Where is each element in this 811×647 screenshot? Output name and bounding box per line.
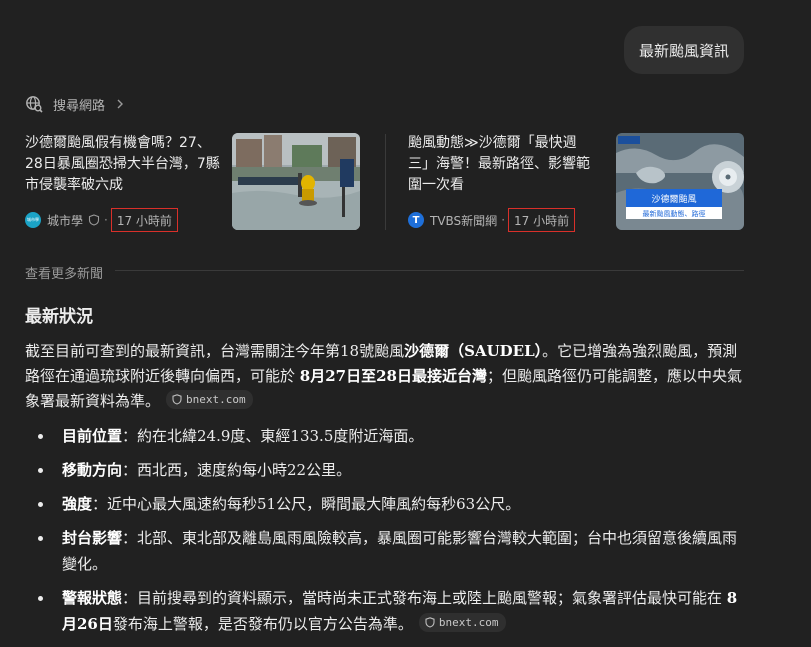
citation-chip[interactable]: bnext.com bbox=[418, 613, 506, 632]
search-web-toggle[interactable]: 搜尋網路 bbox=[25, 94, 125, 114]
citation-label: bnext.com bbox=[438, 615, 499, 629]
news-card-2[interactable]: 颱風動態≫沙德爾「最快週 三」海警！最新路徑、影響範 圍一次看 T TVBS新聞… bbox=[408, 133, 744, 233]
news-title[interactable]: 沙德爾颱風假有機會嗎？27、 28日暴風圈恐掃大半台灣，7縣 市侵襲率破六成 bbox=[25, 133, 220, 196]
citation-label: bnext.com bbox=[186, 393, 246, 406]
satellite-typhoon-image: 沙德爾颱風 最新颱風動態、路徑 bbox=[616, 133, 744, 230]
separator-dot: · bbox=[501, 213, 506, 227]
news-thumbnail[interactable] bbox=[232, 133, 360, 230]
news-title-line: 圍一次看 bbox=[408, 177, 464, 193]
news-meta: T TVBS新聞網 · 17 小時前 bbox=[408, 208, 576, 232]
news-title[interactable]: 颱風動態≫沙德爾「最快週 三」海警！最新路徑、影響範 圍一次看 bbox=[408, 133, 590, 196]
news-meta: 城市學 城市學 · 17 小時前 bbox=[25, 208, 178, 232]
news-title-line: 三」海警！最新路徑、影響範 bbox=[408, 156, 590, 172]
news-card-1[interactable]: 沙德爾颱風假有機會嗎？27、 28日暴風圈恐掃大半台灣，7縣 市侵襲率破六成 城… bbox=[25, 133, 375, 233]
news-thumbnail[interactable]: 沙德爾颱風 最新颱風動態、路徑 bbox=[616, 133, 744, 230]
shield-icon bbox=[172, 394, 182, 405]
list-item: 移動方向：西北西，速度約每小時22公里。 bbox=[25, 457, 747, 483]
news-time: 17 小時前 bbox=[508, 208, 576, 232]
user-message-bubble: 最新颱風資訊 bbox=[624, 26, 744, 74]
source-logo-icon: 城市學 bbox=[25, 212, 41, 228]
thumb-caption-subtitle: 最新颱風動態、路徑 bbox=[643, 209, 706, 218]
news-card-divider bbox=[385, 134, 386, 230]
typhoon-name: 沙德爾（SAUDEL） bbox=[404, 342, 543, 360]
news-title-line: 28日暴風圈恐掃大半台灣，7縣 bbox=[25, 156, 220, 172]
news-title-line: 沙德爾颱風假有機會嗎？27、 bbox=[25, 135, 211, 151]
user-message-text: 最新颱風資訊 bbox=[638, 41, 729, 60]
fact-text: ：北部、東北部及離島風雨風險較高，暴風圈可能影響台灣較大範圍；台中也須留意後續風… bbox=[62, 529, 738, 573]
list-item: 目前位置：約在北緯24.9度、東經133.5度附近海面。 bbox=[25, 423, 747, 449]
list-item: 警報狀態：目前搜尋到的資料顯示，當時尚未正式發布海上或陸上颱風警報；氣象署評估最… bbox=[25, 585, 747, 637]
news-source: 城市學 bbox=[47, 213, 84, 228]
list-item: 強度：近中心最大風速約每秒51公尺，瞬間最大陣風約每秒63公尺。 bbox=[25, 491, 747, 517]
fact-label: 移動方向 bbox=[62, 461, 123, 479]
thumb-caption-title: 沙德爾颱風 bbox=[651, 193, 696, 205]
section-title: 最新狀況 bbox=[25, 307, 93, 327]
fact-label: 封台影響 bbox=[62, 529, 123, 547]
fact-label: 目前位置 bbox=[62, 427, 123, 445]
fact-text: ：近中心最大風速約每秒51公尺，瞬間最大陣風約每秒63公尺。 bbox=[92, 495, 521, 513]
more-news-divider bbox=[115, 270, 744, 271]
fact-text: ：約在北緯24.9度、東經133.5度附近海面。 bbox=[122, 427, 424, 445]
fact-text: ：目前搜尋到的資料顯示，當時尚未正式發布海上或陸上颱風警報；氣象署評估最快可能在 bbox=[122, 589, 727, 607]
separator-dot: · bbox=[104, 213, 108, 227]
fact-label: 警報狀態 bbox=[62, 589, 123, 607]
globe-search-icon bbox=[26, 96, 43, 113]
chevron-right-icon bbox=[117, 99, 124, 109]
summary-paragraph: 截至目前可查到的最新資訊，台灣需關注今年第18號颱風沙德爾（SAUDEL）。它已… bbox=[25, 339, 745, 414]
news-source: TVBS新聞網 bbox=[430, 213, 498, 228]
facts-list: 目前位置：約在北緯24.9度、東經133.5度附近海面。 移動方向：西北西，速度… bbox=[25, 423, 747, 645]
shield-icon bbox=[425, 617, 435, 628]
more-news-link[interactable]: 查看更多新聞 bbox=[25, 263, 103, 282]
citation-chip[interactable]: bnext.com bbox=[166, 390, 253, 409]
shield-check-icon bbox=[88, 214, 100, 226]
fact-text: 發布海上警報，是否發布仍以官方公告為準。 bbox=[112, 615, 413, 633]
paragraph-text: 截至目前可查到的最新資訊，台灣需關注今年第18號颱風 bbox=[25, 342, 405, 360]
news-title-line: 颱風動態≫沙德爾「最快週 bbox=[408, 135, 577, 151]
search-web-label: 搜尋網路 bbox=[53, 98, 106, 114]
tvbs-logo-icon: T bbox=[408, 212, 424, 228]
news-time: 17 小時前 bbox=[110, 208, 178, 232]
fact-label: 強度 bbox=[62, 495, 93, 513]
list-item: 封台影響：北部、東北部及離島風雨風險較高，暴風圈可能影響台灣較大範圍；台中也須留… bbox=[25, 525, 747, 577]
flood-street-image bbox=[232, 133, 360, 230]
fact-text: ：西北西，速度約每小時22公里。 bbox=[122, 461, 352, 479]
news-title-line: 市侵襲率破六成 bbox=[25, 177, 123, 193]
closest-date: 8月27日至28日最接近台灣 bbox=[299, 367, 487, 385]
